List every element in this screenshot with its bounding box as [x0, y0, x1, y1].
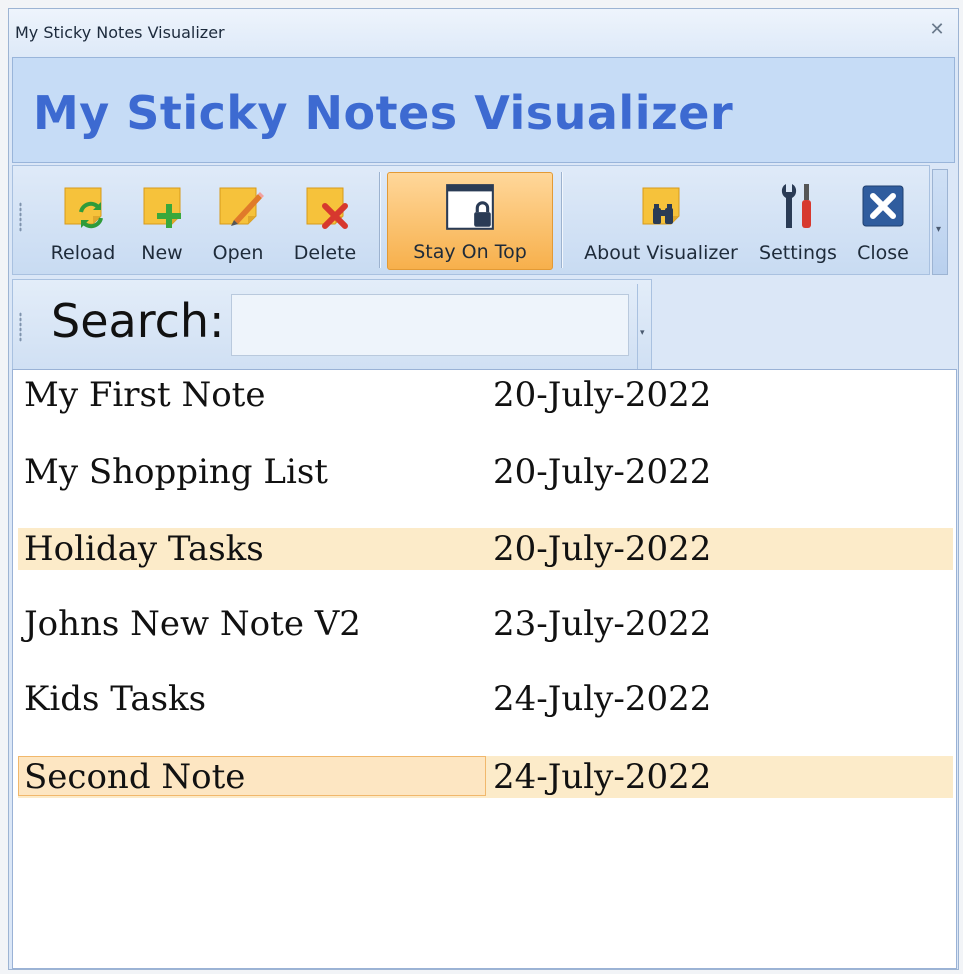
- search-input[interactable]: [231, 294, 629, 356]
- settings-button[interactable]: Settings: [753, 172, 843, 270]
- note-date: 20-July-2022: [493, 452, 712, 492]
- list-item[interactable]: Johns New Note V2 23-July-2022: [18, 603, 953, 645]
- new-button[interactable]: New: [127, 172, 197, 270]
- toolbar-overflow-button[interactable]: ▾: [932, 169, 948, 275]
- app-title: My Sticky Notes Visualizer: [33, 86, 734, 140]
- list-item[interactable]: Holiday Tasks 20-July-2022: [18, 528, 953, 570]
- close-app-label: Close: [857, 242, 909, 264]
- stay-on-top-icon: [446, 184, 494, 230]
- note-date: 24-July-2022: [493, 757, 712, 797]
- search-toolbar: Search: ▾: [12, 279, 652, 375]
- note-name: My First Note: [24, 375, 266, 415]
- app-banner: My Sticky Notes Visualizer: [12, 57, 955, 163]
- new-label: New: [141, 242, 183, 264]
- close-icon[interactable]: ✕: [926, 19, 948, 41]
- note-date: 20-July-2022: [493, 375, 712, 415]
- chevron-down-icon: ▾: [640, 328, 645, 338]
- list-item-selected[interactable]: Second Note 24-July-2022: [18, 756, 953, 798]
- reload-label: Reload: [50, 242, 116, 264]
- delete-label: Delete: [293, 242, 357, 264]
- close-app-button[interactable]: Close: [845, 172, 921, 270]
- toolbar-grip[interactable]: [19, 202, 22, 232]
- reload-icon: [64, 187, 103, 229]
- note-name: Kids Tasks: [24, 679, 207, 719]
- about-button[interactable]: About Visualizer: [571, 172, 751, 270]
- main-toolbar: Reload New Open Delete Stay On Top About…: [12, 165, 930, 275]
- note-date: 24-July-2022: [493, 679, 712, 719]
- new-note-icon: [143, 187, 181, 228]
- list-item[interactable]: My Shopping List 20-July-2022: [18, 451, 953, 493]
- note-name: Second Note: [24, 757, 246, 797]
- note-name: My Shopping List: [24, 452, 328, 492]
- note-date: 20-July-2022: [493, 529, 712, 569]
- note-date: 23-July-2022: [493, 604, 712, 644]
- chevron-down-icon: ▾: [936, 224, 942, 235]
- reload-button[interactable]: Reload: [41, 172, 125, 270]
- about-icon: [642, 187, 680, 225]
- close-app-icon: [862, 185, 904, 227]
- notes-list[interactable]: My First Note 20-July-2022 My Shopping L…: [12, 369, 957, 969]
- open-note-icon: [219, 187, 264, 226]
- window-title: My Sticky Notes Visualizer: [15, 23, 225, 42]
- note-name: Johns New Note V2: [24, 604, 361, 644]
- toolbar-separator: [379, 172, 380, 268]
- title-bar: My Sticky Notes Visualizer ✕: [9, 9, 958, 57]
- delete-note-icon: [306, 187, 348, 229]
- open-label: Open: [212, 242, 264, 264]
- list-item[interactable]: My First Note 20-July-2022: [18, 374, 953, 416]
- note-name: Holiday Tasks: [24, 529, 264, 569]
- about-label: About Visualizer: [584, 242, 738, 264]
- stay-on-top-button[interactable]: Stay On Top: [387, 172, 553, 270]
- open-button[interactable]: Open: [199, 172, 277, 270]
- search-label: Search:: [51, 294, 225, 348]
- stay-on-top-label: Stay On Top: [413, 241, 527, 263]
- delete-button[interactable]: Delete: [281, 172, 369, 270]
- toolbar-separator: [561, 172, 562, 268]
- list-item[interactable]: Kids Tasks 24-July-2022: [18, 678, 953, 720]
- search-overflow-button[interactable]: ▾: [637, 284, 650, 370]
- settings-label: Settings: [759, 242, 837, 264]
- app-window: My Sticky Notes Visualizer ✕ My Sticky N…: [8, 8, 959, 970]
- search-toolbar-grip[interactable]: [19, 312, 22, 342]
- settings-icon: [781, 184, 811, 228]
